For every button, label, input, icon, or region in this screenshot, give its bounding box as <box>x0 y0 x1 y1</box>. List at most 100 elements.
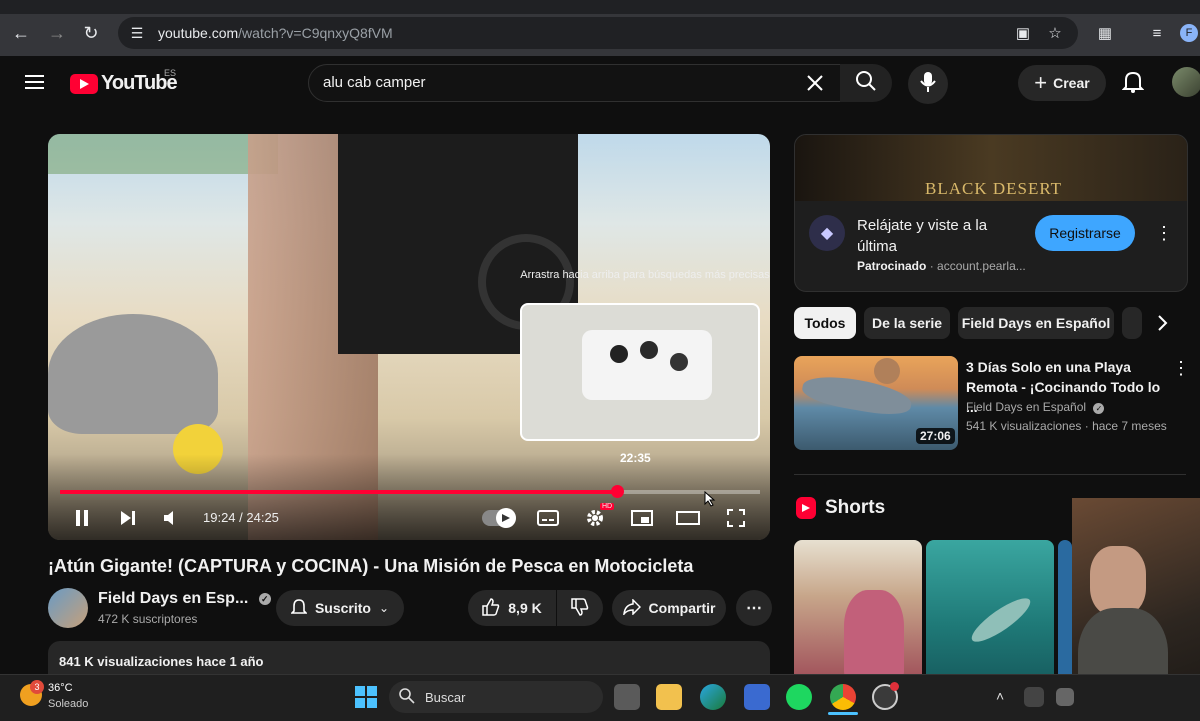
miniplayer-icon[interactable] <box>630 506 654 530</box>
region-code: ES <box>164 68 177 78</box>
man-face-image <box>874 358 900 384</box>
clear-search-icon[interactable] <box>803 71 827 95</box>
tuna-image <box>844 590 904 680</box>
chevron-up-icon[interactable]: ˄ <box>996 688 1004 704</box>
chip-de-la-serie[interactable]: De la serie <box>864 307 950 339</box>
fullscreen-icon[interactable] <box>724 506 748 530</box>
address-bar[interactable]: ☰ youtube.com/watch?v=C9qnxyQ8fVM <box>118 17 1078 49</box>
weather-temperature[interactable]: 36°C <box>48 682 73 694</box>
controls-gradient <box>48 454 770 540</box>
channel-name[interactable]: Field Days en Esp... ✓ <box>98 590 271 608</box>
windows-start-icon[interactable] <box>354 685 378 709</box>
progress-bar-played <box>60 490 617 494</box>
voice-search-button[interactable] <box>908 64 948 104</box>
install-app-icon[interactable]: ▣ <box>1012 22 1034 44</box>
search-icon <box>855 70 877 97</box>
subscribed-label: Suscrito <box>314 600 371 616</box>
forward-icon[interactable]: → <box>42 18 72 48</box>
active-app-indicator <box>828 712 858 715</box>
next-button[interactable] <box>116 506 140 530</box>
dislike-button[interactable] <box>557 590 603 626</box>
network-icon[interactable] <box>1056 688 1074 706</box>
section-divider <box>794 474 1186 475</box>
back-icon[interactable]: ← <box>6 18 36 48</box>
subtitles-icon[interactable] <box>536 506 560 530</box>
media-control-icon[interactable]: ≡ <box>1146 22 1168 44</box>
search-button[interactable] <box>840 64 892 102</box>
tray-app-icon[interactable] <box>1024 687 1044 707</box>
profile-avatar[interactable]: F <box>1180 24 1198 42</box>
youtube-logo[interactable]: YouTube <box>70 72 178 95</box>
create-button[interactable]: + Crear <box>1018 65 1106 101</box>
url-host: youtube.com <box>158 25 239 41</box>
weather-badge: 3 <box>30 680 44 694</box>
volume-icon[interactable] <box>160 506 184 530</box>
seek-preview-thumbnail <box>520 303 760 441</box>
url-path: /watch?v=C9qnxyQ8fVM <box>238 25 393 41</box>
cooking-pot-image <box>48 314 218 434</box>
hd-badge: HD <box>600 503 615 510</box>
ad-title[interactable]: Relájate y viste a la última <box>857 215 1017 257</box>
views-and-date: 841 K visualizaciones hace 1 año <box>59 654 264 669</box>
edge-browser-icon[interactable] <box>700 684 726 710</box>
autoplay-play-icon <box>496 508 516 528</box>
like-button[interactable]: 8,9 K <box>468 590 556 626</box>
thumbs-up-icon <box>482 597 500 619</box>
sushi-roll-image <box>670 353 688 371</box>
recommendation-duration: 27:06 <box>916 428 955 444</box>
share-button[interactable]: Compartir <box>612 590 726 626</box>
verified-check-icon: ✓ <box>1093 403 1105 414</box>
create-label: Crear <box>1053 75 1090 91</box>
progress-scrubber-handle[interactable] <box>610 485 624 498</box>
taskbar-search-box[interactable]: Buscar <box>389 681 603 713</box>
bookmark-star-icon[interactable]: ☆ <box>1044 22 1066 44</box>
beach-vegetation <box>48 134 278 174</box>
subscribed-button[interactable]: Suscrito ⌄ <box>276 590 404 626</box>
menu-icon[interactable] <box>24 72 46 92</box>
task-view-icon[interactable] <box>614 684 640 710</box>
sponsored-label: Patrocinado <box>857 259 927 273</box>
shorts-logo-icon <box>796 497 816 519</box>
site-settings-icon[interactable]: ☰ <box>126 22 148 44</box>
chip-field-days[interactable]: Field Days en Español <box>958 307 1114 339</box>
ad-domain: · account.pearla... <box>929 259 1026 273</box>
recommendation-channel[interactable]: Field Days en Español ✓ <box>966 400 1105 414</box>
ad-card[interactable]: BLACK DESERT ◆ Relájate y viste a la últ… <box>794 134 1188 292</box>
ad-brand-logo: BLACK DESERT <box>925 179 1063 198</box>
register-button[interactable]: Registrarse <box>1035 215 1135 251</box>
advertiser-icon: ◆ <box>809 215 845 251</box>
ad-more-icon[interactable]: ⋮ <box>1155 223 1173 244</box>
video-title: ¡Atún Gigante! (CAPTURA y COCINA) - Una … <box>48 556 694 576</box>
thumbs-down-icon <box>571 597 589 619</box>
theater-mode-icon[interactable] <box>676 506 700 530</box>
weather-condition: Soleado <box>48 698 89 710</box>
chip-overflow[interactable] <box>1122 307 1142 339</box>
notifications-bell-icon[interactable] <box>1121 70 1145 94</box>
channel-name-text: Field Days en Esp... <box>98 590 249 607</box>
chevron-down-icon: ⌄ <box>378 601 390 615</box>
shark-underwater-image <box>966 591 1036 649</box>
recommendation-more-icon[interactable]: ⋮ <box>1172 358 1190 379</box>
recommendation-channel-name: Field Days en Español <box>966 400 1087 414</box>
autoplay-toggle[interactable] <box>482 508 516 528</box>
microphone-icon <box>920 71 936 98</box>
spotify-icon[interactable] <box>786 684 812 710</box>
account-avatar[interactable] <box>1172 67 1200 97</box>
short-thumbnail-3[interactable] <box>1058 540 1072 680</box>
short-thumbnail-1[interactable] <box>794 540 922 680</box>
channel-avatar[interactable] <box>48 588 88 628</box>
reload-icon[interactable]: ↻ <box>76 18 106 48</box>
browser-tab-strip <box>0 0 1200 14</box>
file-explorer-icon[interactable] <box>656 684 682 710</box>
verified-check-icon: ✓ <box>258 592 271 605</box>
microsoft-store-icon[interactable] <box>744 684 770 710</box>
chevron-right-icon[interactable] <box>1152 313 1172 333</box>
pause-button[interactable] <box>70 506 94 530</box>
more-actions-button[interactable]: ⋯ <box>736 590 772 626</box>
chip-todos[interactable]: Todos <box>794 307 856 339</box>
short-thumbnail-2[interactable] <box>926 540 1054 680</box>
chrome-icon[interactable] <box>830 684 856 710</box>
search-input[interactable]: alu cab camper <box>308 64 842 102</box>
extensions-icon[interactable]: ▦ <box>1094 22 1116 44</box>
search-icon <box>399 687 415 707</box>
